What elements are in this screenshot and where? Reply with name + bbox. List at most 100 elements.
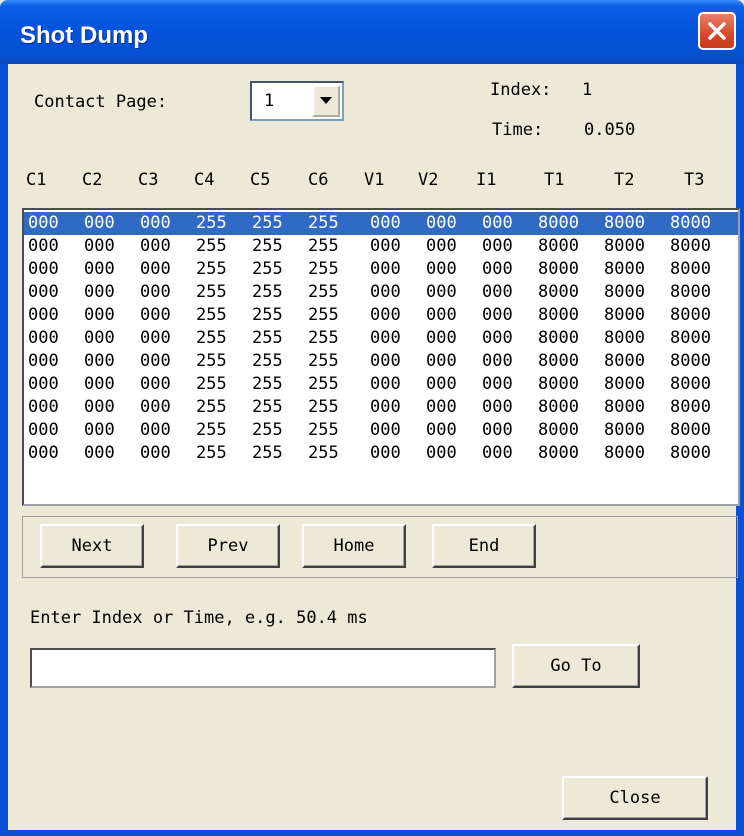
next-button[interactable]: Next: [40, 524, 144, 568]
title-bar[interactable]: Shot Dump: [0, 0, 744, 64]
list-cell: 8000: [538, 374, 579, 394]
list-cell: 8000: [604, 305, 645, 325]
list-cell: 000: [426, 305, 457, 325]
list-item[interactable]: 000 000 000 255 255 255 000 000 000 8000 8000 8000: [24, 304, 738, 327]
list-cell: 255: [196, 282, 227, 302]
time-label: Time:: [492, 120, 544, 140]
list-cell: 000: [140, 259, 171, 279]
list-cell: 255: [252, 351, 283, 371]
list-cell: 000: [482, 305, 513, 325]
end-button[interactable]: End: [432, 524, 536, 568]
close-button[interactable]: Close: [562, 776, 708, 820]
list-cell: 255: [196, 213, 227, 233]
list-cell: 000: [84, 374, 115, 394]
column-header: C1: [26, 170, 47, 190]
list-cell: 255: [252, 420, 283, 440]
list-cell: 000: [84, 351, 115, 371]
list-cell: 255: [308, 374, 339, 394]
list-item[interactable]: 000 000 000 255 255 255 000 000 000 8000 8000 8000: [24, 235, 738, 258]
list-cell: 000: [28, 397, 59, 417]
list-cell: 000: [426, 259, 457, 279]
list-cell: 000: [426, 397, 457, 417]
list-cell: 8000: [604, 420, 645, 440]
list-cell: 255: [308, 397, 339, 417]
contact-page-dropdown-button[interactable]: [312, 85, 340, 117]
list-cell: 8000: [538, 351, 579, 371]
list-cell: 000: [370, 420, 401, 440]
list-cell: 000: [370, 213, 401, 233]
list-cell: 000: [28, 236, 59, 256]
list-cell: 8000: [538, 420, 579, 440]
data-listbox[interactable]: 000 000 000 255 255 255 000 000 000 8000 8000 8000 0…: [22, 208, 740, 506]
home-button[interactable]: Home: [302, 524, 406, 568]
list-cell: 000: [84, 213, 115, 233]
column-header: T2: [614, 170, 635, 190]
list-cell: 255: [308, 328, 339, 348]
list-cell: 000: [28, 305, 59, 325]
list-cell: 8000: [538, 213, 579, 233]
index-label: Index:: [490, 80, 552, 100]
list-cell: 000: [426, 374, 457, 394]
go-to-button[interactable]: Go To: [512, 644, 640, 688]
list-item[interactable]: 000 000 000 255 255 255 000 000 000 8000 8000 8000: [24, 281, 738, 304]
index-time-input[interactable]: [30, 648, 496, 688]
list-item[interactable]: 000 000 000 255 255 255 000 000 000 8000 8000 8000: [24, 350, 738, 373]
list-cell: 000: [370, 282, 401, 302]
list-item[interactable]: 000 000 000 255 255 255 000 000 000 8000 8000 8000: [24, 212, 738, 235]
window-title: Shot Dump: [20, 22, 148, 49]
list-cell: 8000: [604, 282, 645, 302]
list-cell: 000: [140, 420, 171, 440]
list-item[interactable]: 000 000 000 255 255 255 000 000 000 8000 8000 8000: [24, 258, 738, 281]
list-item[interactable]: 000 000 000 255 255 255 000 000 000 8000 8000 8000: [24, 442, 738, 465]
list-cell: 255: [308, 420, 339, 440]
list-cell: 8000: [670, 305, 711, 325]
goto-prompt: Enter Index or Time, e.g. 50.4 ms: [30, 608, 368, 628]
list-cell: 255: [196, 420, 227, 440]
list-item[interactable]: 000 000 000 255 255 255 000 000 000 8000 8000 8000: [24, 419, 738, 442]
list-cell: 8000: [604, 351, 645, 371]
list-cell: 000: [426, 420, 457, 440]
list-cell: 000: [426, 213, 457, 233]
list-cell: 255: [196, 351, 227, 371]
list-cell: 000: [370, 236, 401, 256]
list-cell: 255: [308, 259, 339, 279]
list-cell: 8000: [604, 397, 645, 417]
list-cell: 255: [308, 282, 339, 302]
list-cell: 000: [482, 351, 513, 371]
column-header: V2: [418, 170, 439, 190]
contact-page-value: 1: [264, 91, 275, 111]
prev-button[interactable]: Prev: [176, 524, 280, 568]
list-cell: 8000: [538, 397, 579, 417]
list-cell: 8000: [538, 236, 579, 256]
list-cell: 8000: [538, 328, 579, 348]
list-cell: 255: [252, 374, 283, 394]
list-cell: 255: [252, 328, 283, 348]
list-cell: 8000: [670, 236, 711, 256]
list-cell: 000: [370, 351, 401, 371]
window-close-button[interactable]: [698, 12, 736, 50]
list-cell: 000: [84, 282, 115, 302]
list-cell: 8000: [538, 443, 579, 463]
list-cell: 255: [252, 259, 283, 279]
list-cell: 000: [28, 351, 59, 371]
list-cell: 000: [84, 236, 115, 256]
column-header: T3: [684, 170, 705, 190]
list-item[interactable]: 000 000 000 255 255 255 000 000 000 8000 8000 8000: [24, 373, 738, 396]
list-item[interactable]: 000 000 000 255 255 255 000 000 000 8000 8000 8000: [24, 396, 738, 419]
column-header: C3: [138, 170, 159, 190]
list-cell: 000: [482, 420, 513, 440]
list-cell: 000: [28, 213, 59, 233]
list-cell: 8000: [538, 282, 579, 302]
list-cell: 000: [482, 259, 513, 279]
list-cell: 000: [482, 213, 513, 233]
list-cell: 255: [308, 351, 339, 371]
list-cell: 000: [482, 443, 513, 463]
list-cell: 255: [308, 443, 339, 463]
column-header: C4: [194, 170, 215, 190]
list-cell: 255: [196, 305, 227, 325]
list-cell: 8000: [538, 259, 579, 279]
list-item[interactable]: 000 000 000 255 255 255 000 000 000 8000 8000 8000: [24, 327, 738, 350]
list-cell: 000: [84, 259, 115, 279]
close-icon: [708, 22, 726, 40]
list-cell: 255: [252, 305, 283, 325]
